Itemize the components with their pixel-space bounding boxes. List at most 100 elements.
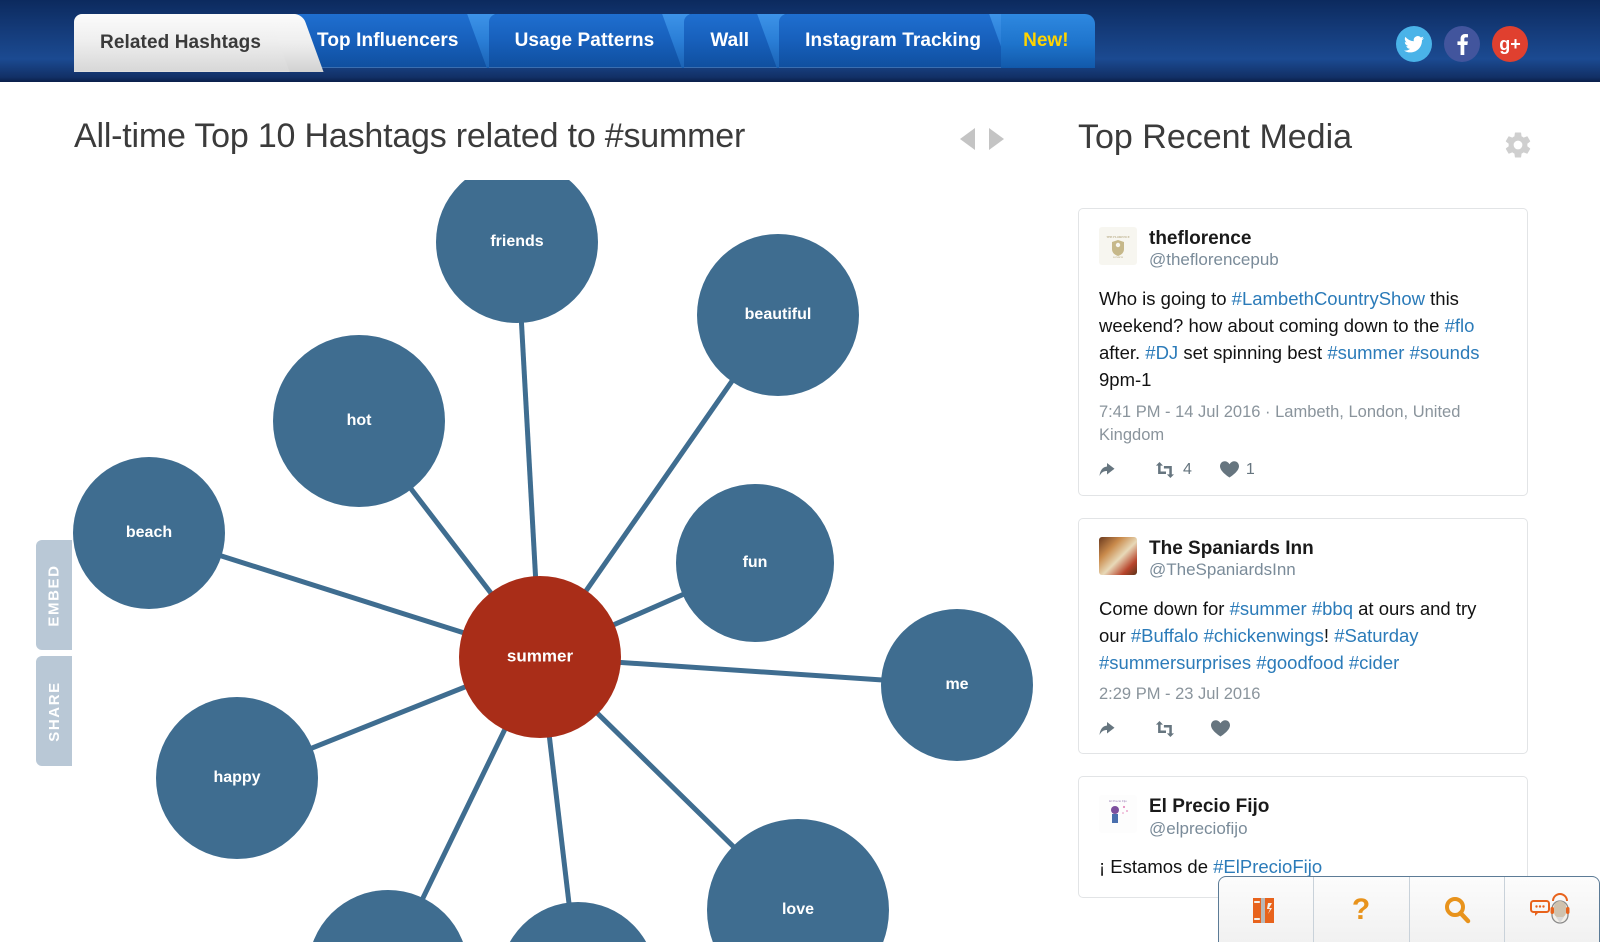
node-label: me — [945, 676, 968, 693]
reply-button[interactable] — [1099, 721, 1126, 737]
hashtag-link[interactable]: #chickenwings — [1204, 625, 1324, 646]
retweet-button[interactable]: 4 — [1154, 461, 1192, 479]
side-tab-label: SHARE — [45, 680, 63, 742]
top-recent-media-panel: Top Recent Media THE FLORENCE LONDON thefl… — [1078, 110, 1600, 942]
new-badge-label: New! — [1023, 30, 1069, 51]
graph-node-beach[interactable]: beach — [73, 457, 225, 609]
card-actions: 41 — [1099, 461, 1507, 479]
graph-node-friends[interactable]: friends — [436, 180, 598, 323]
tab-usage-patterns[interactable]: Usage Patterns — [488, 14, 689, 68]
side-tab-embed[interactable]: EMBED — [36, 540, 72, 650]
previous-arrow-icon[interactable] — [960, 128, 975, 150]
chart-pager — [960, 128, 1004, 150]
hashtag-link[interactable]: #flo — [1445, 315, 1475, 336]
svg-text:El Precio Fijo: El Precio Fijo — [1109, 799, 1127, 803]
help-question-icon[interactable]: ? — [1314, 877, 1410, 942]
node-circle — [313, 890, 463, 942]
hashtag-link[interactable]: #summer — [1327, 342, 1404, 363]
media-card-list: THE FLORENCE LONDON theflorence @theflorenc… — [1078, 208, 1528, 920]
retweet-button[interactable] — [1154, 720, 1183, 737]
node-circle — [436, 180, 598, 323]
gear-icon[interactable] — [1503, 130, 1533, 160]
hashtag-link[interactable]: #ElPrecioFijo — [1213, 856, 1322, 877]
media-card[interactable]: THE FLORENCE LONDON theflorence @theflorenc… — [1078, 208, 1528, 496]
tab-label: Wall — [710, 30, 750, 51]
card-text: Come down for #summer #bbq at ours and t… — [1099, 597, 1477, 674]
node-label: love — [782, 901, 814, 918]
node-label: beautiful — [745, 306, 812, 323]
node-label: hot — [347, 412, 373, 429]
card-timestamp: 7:41 PM - 14 Jul 2016 · Lambeth, London,… — [1099, 402, 1461, 444]
display-name: theflorence — [1149, 228, 1252, 249]
hashtag-bubble-graph: friends beautiful hot beach fun me happy love su… — [58, 180, 1058, 942]
side-tab-share[interactable]: SHARE — [36, 656, 72, 766]
side-tab-label: EMBED — [45, 563, 63, 627]
card-header: The Spaniards Inn @TheSpaniardsInn — [1099, 536, 1507, 581]
account-names: The Spaniards Inn @TheSpaniardsInn — [1149, 537, 1314, 581]
next-arrow-icon[interactable] — [989, 128, 1004, 150]
hashtag-link[interactable]: #summersurprises — [1099, 652, 1251, 673]
graph-node-fun[interactable]: fun — [676, 484, 834, 642]
node-label: happy — [213, 769, 260, 786]
google-plus-icon[interactable]: g+ — [1492, 26, 1528, 62]
facebook-icon[interactable] — [1444, 26, 1480, 62]
graph-node-beautiful[interactable]: beautiful — [697, 234, 859, 396]
graph-node-center-summer[interactable]: summer — [459, 576, 621, 738]
avatar[interactable] — [1099, 536, 1137, 575]
like-button[interactable] — [1211, 720, 1237, 737]
node-circle — [707, 819, 889, 942]
hashtag-link[interactable]: #cider — [1349, 652, 1399, 673]
hashtag-link[interactable]: #DJ — [1145, 342, 1178, 363]
reply-button[interactable] — [1099, 462, 1126, 478]
top-navbar: Related Hashtags Top Influencers Usage P… — [0, 0, 1600, 82]
tab-top-influencers[interactable]: Top Influencers — [291, 14, 493, 68]
hashtag-link[interactable]: #sounds — [1410, 342, 1480, 363]
hashtag-link[interactable]: #summer — [1230, 598, 1307, 619]
graph-node-happy[interactable]: happy — [156, 697, 318, 859]
node-label: friends — [490, 233, 543, 250]
account-names: theflorence @theflorencepub — [1149, 227, 1279, 271]
tab-new-badge[interactable]: New! — [1001, 14, 1095, 68]
social-icon-group: g+ — [1396, 26, 1528, 62]
side-tab-group: EMBED SHARE — [36, 540, 72, 766]
tab-label: Related Hashtags — [100, 32, 262, 53]
card-header: El Precio Fijo El Precio Fijo @elpreciofij… — [1099, 795, 1507, 839]
tab-label: Usage Patterns — [514, 30, 655, 51]
manual-books-icon[interactable] — [1219, 877, 1315, 942]
tab-related-hashtags[interactable]: Related Hashtags — [74, 14, 296, 72]
graph-node-love[interactable]: love — [707, 819, 889, 942]
tab-wall[interactable]: Wall — [684, 14, 784, 68]
page-title: All-time Top 10 Hashtags related to #sum… — [74, 117, 746, 155]
svg-text:THE FLORENCE: THE FLORENCE — [1106, 235, 1130, 239]
tab-label: Top Influencers — [317, 30, 459, 51]
card-actions — [1099, 720, 1507, 737]
hashtag-link[interactable]: #bbq — [1312, 598, 1353, 619]
display-name: The Spaniards Inn — [1149, 537, 1314, 559]
support-chat-icon[interactable] — [1505, 877, 1599, 942]
tab-instagram-tracking[interactable]: Instagram Tracking — [779, 14, 1016, 68]
hashtag-link[interactable]: #goodfood — [1256, 652, 1343, 673]
node-circle — [509, 902, 647, 942]
like-button[interactable]: 1 — [1219, 461, 1255, 479]
hashtag-link[interactable]: #Saturday — [1334, 625, 1418, 646]
media-card[interactable]: The Spaniards Inn @TheSpaniardsInn Come do… — [1078, 517, 1528, 755]
search-icon[interactable] — [1410, 877, 1505, 942]
svg-text:?: ? — [1352, 893, 1370, 926]
graph-node-sky[interactable]: sky — [500, 902, 656, 942]
node-label: fun — [743, 554, 768, 571]
tab-label: Instagram Tracking — [805, 30, 982, 51]
account-handle: @elpreciofijo — [1149, 818, 1248, 838]
avatar[interactable]: El Precio Fijo — [1099, 795, 1137, 834]
bubble-graph-svg: friends beautiful hot beach fun me happy love su… — [73, 180, 1033, 942]
graph-node-sun[interactable]: sun — [308, 890, 468, 942]
svg-text:LONDON: LONDON — [1113, 256, 1123, 259]
nav-tab-list: Related Hashtags Top Influencers Usage P… — [74, 14, 1095, 82]
hashtag-link[interactable]: #LambethCountryShow — [1232, 288, 1425, 309]
card-header: THE FLORENCE LONDON theflorence @theflorenc… — [1099, 227, 1507, 271]
twitter-icon[interactable] — [1396, 26, 1432, 62]
graph-node-hot[interactable]: hot — [273, 335, 445, 507]
hashtag-link[interactable]: #Buffalo — [1131, 625, 1199, 646]
avatar[interactable]: THE FLORENCE LONDON — [1099, 227, 1137, 265]
graph-node-me[interactable]: me — [881, 609, 1033, 761]
node-label: beach — [126, 524, 172, 541]
